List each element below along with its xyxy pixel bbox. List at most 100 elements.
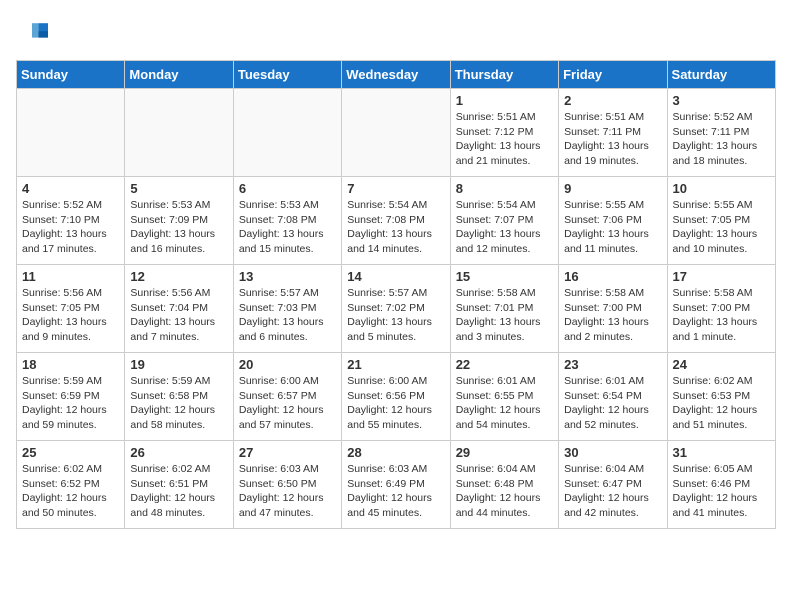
day-info: Sunrise: 5:52 AMSunset: 7:10 PMDaylight:…	[22, 198, 119, 257]
weekday-header-monday: Monday	[125, 61, 233, 89]
day-cell: 14Sunrise: 5:57 AMSunset: 7:02 PMDayligh…	[342, 265, 450, 353]
day-info: Sunrise: 5:53 AMSunset: 7:09 PMDaylight:…	[130, 198, 227, 257]
day-info: Sunrise: 6:05 AMSunset: 6:46 PMDaylight:…	[673, 462, 770, 521]
day-cell	[125, 89, 233, 177]
day-info: Sunrise: 6:04 AMSunset: 6:48 PMDaylight:…	[456, 462, 553, 521]
day-cell: 31 Sunrise: 6:05 AMSunset: 6:46 PMDayligh…	[667, 441, 775, 529]
day-number: 17	[673, 269, 770, 284]
day-info: Sunrise: 5:53 AMSunset: 7:08 PMDaylight:…	[239, 198, 336, 257]
week-row-4: 18 Sunrise: 5:59 AMSunset: 6:59 PMDayligh…	[17, 353, 776, 441]
day-cell: 7 Sunrise: 5:54 AMSunset: 7:08 PMDaylight…	[342, 177, 450, 265]
day-cell: 28 Sunrise: 6:03 AMSunset: 6:49 PMDayligh…	[342, 441, 450, 529]
day-info: Sunrise: 5:56 AMSunset: 7:05 PMDaylight:…	[22, 286, 119, 345]
day-info: Sunrise: 6:03 AMSunset: 6:50 PMDaylight:…	[239, 462, 336, 521]
day-number: 23	[564, 357, 661, 372]
day-number: 14	[347, 269, 444, 284]
day-cell: 25Sunrise: 6:02 AMSunset: 6:52 PMDayligh…	[17, 441, 125, 529]
day-cell: 4 Sunrise: 5:52 AMSunset: 7:10 PMDaylight…	[17, 177, 125, 265]
day-info: Sunrise: 5:59 AMSunset: 6:58 PMDaylight:…	[130, 374, 227, 433]
day-cell: 1 Sunrise: 5:51 AMSunset: 7:12 PMDaylight…	[450, 89, 558, 177]
weekday-header-saturday: Saturday	[667, 61, 775, 89]
day-cell: 20Sunrise: 6:00 AMSunset: 6:57 PMDayligh…	[233, 353, 341, 441]
day-cell: 26 Sunrise: 6:02 AMSunset: 6:51 PMDayligh…	[125, 441, 233, 529]
day-info: Sunrise: 6:03 AMSunset: 6:49 PMDaylight:…	[347, 462, 444, 521]
day-cell	[17, 89, 125, 177]
day-cell: 3 Sunrise: 5:52 AMSunset: 7:11 PMDaylight…	[667, 89, 775, 177]
day-number: 31	[673, 445, 770, 460]
day-cell: 30 Sunrise: 6:04 AMSunset: 6:47 PMDayligh…	[559, 441, 667, 529]
day-info: Sunrise: 6:02 AMSunset: 6:51 PMDaylight:…	[130, 462, 227, 521]
day-cell: 8 Sunrise: 5:54 AMSunset: 7:07 PMDaylight…	[450, 177, 558, 265]
day-number: 13	[239, 269, 336, 284]
day-number: 6	[239, 181, 336, 196]
day-cell: 16Sunrise: 5:58 AMSunset: 7:00 PMDayligh…	[559, 265, 667, 353]
day-info: Sunrise: 6:04 AMSunset: 6:47 PMDaylight:…	[564, 462, 661, 521]
day-info: Sunrise: 5:57 AMSunset: 7:03 PMDaylight:…	[239, 286, 336, 345]
day-number: 8	[456, 181, 553, 196]
day-cell: 15 Sunrise: 5:58 AMSunset: 7:01 PMDayligh…	[450, 265, 558, 353]
day-number: 16	[564, 269, 661, 284]
logo	[16, 16, 48, 48]
day-cell: 6 Sunrise: 5:53 AMSunset: 7:08 PMDaylight…	[233, 177, 341, 265]
day-number: 27	[239, 445, 336, 460]
day-info: Sunrise: 5:54 AMSunset: 7:08 PMDaylight:…	[347, 198, 444, 257]
day-number: 18	[22, 357, 119, 372]
day-info: Sunrise: 5:59 AMSunset: 6:59 PMDaylight:…	[22, 374, 119, 433]
day-number: 28	[347, 445, 444, 460]
day-number: 12	[130, 269, 227, 284]
day-info: Sunrise: 5:55 AMSunset: 7:05 PMDaylight:…	[673, 198, 770, 257]
page-header	[16, 16, 776, 48]
day-cell: 2 Sunrise: 5:51 AMSunset: 7:11 PMDaylight…	[559, 89, 667, 177]
week-row-3: 11 Sunrise: 5:56 AMSunset: 7:05 PMDayligh…	[17, 265, 776, 353]
day-cell: 11 Sunrise: 5:56 AMSunset: 7:05 PMDayligh…	[17, 265, 125, 353]
day-cell: 13 Sunrise: 5:57 AMSunset: 7:03 PMDayligh…	[233, 265, 341, 353]
day-number: 2	[564, 93, 661, 108]
day-number: 3	[673, 93, 770, 108]
day-number: 10	[673, 181, 770, 196]
day-cell: 5 Sunrise: 5:53 AMSunset: 7:09 PMDaylight…	[125, 177, 233, 265]
calendar-table: SundayMondayTuesdayWednesdayThursdayFrid…	[16, 60, 776, 529]
day-cell: 10 Sunrise: 5:55 AMSunset: 7:05 PMDayligh…	[667, 177, 775, 265]
day-info: Sunrise: 6:00 AMSunset: 6:56 PMDaylight:…	[347, 374, 444, 433]
day-cell: 24Sunrise: 6:02 AMSunset: 6:53 PMDayligh…	[667, 353, 775, 441]
day-number: 5	[130, 181, 227, 196]
day-number: 15	[456, 269, 553, 284]
day-number: 4	[22, 181, 119, 196]
day-info: Sunrise: 5:56 AMSunset: 7:04 PMDaylight:…	[130, 286, 227, 345]
day-info: Sunrise: 5:58 AMSunset: 7:01 PMDaylight:…	[456, 286, 553, 345]
day-cell: 21Sunrise: 6:00 AMSunset: 6:56 PMDayligh…	[342, 353, 450, 441]
logo-icon	[16, 16, 48, 48]
day-cell: 19 Sunrise: 5:59 AMSunset: 6:58 PMDayligh…	[125, 353, 233, 441]
day-cell: 22Sunrise: 6:01 AMSunset: 6:55 PMDayligh…	[450, 353, 558, 441]
day-number: 9	[564, 181, 661, 196]
day-cell: 27 Sunrise: 6:03 AMSunset: 6:50 PMDayligh…	[233, 441, 341, 529]
day-info: Sunrise: 5:51 AMSunset: 7:11 PMDaylight:…	[564, 110, 661, 169]
day-info: Sunrise: 6:01 AMSunset: 6:54 PMDaylight:…	[564, 374, 661, 433]
day-info: Sunrise: 5:54 AMSunset: 7:07 PMDaylight:…	[456, 198, 553, 257]
weekday-header-wednesday: Wednesday	[342, 61, 450, 89]
day-info: Sunrise: 6:02 AMSunset: 6:53 PMDaylight:…	[673, 374, 770, 433]
day-cell: 12 Sunrise: 5:56 AMSunset: 7:04 PMDayligh…	[125, 265, 233, 353]
day-cell: 23 Sunrise: 6:01 AMSunset: 6:54 PMDayligh…	[559, 353, 667, 441]
day-info: Sunrise: 5:52 AMSunset: 7:11 PMDaylight:…	[673, 110, 770, 169]
day-number: 30	[564, 445, 661, 460]
day-cell: 17Sunrise: 5:58 AMSunset: 7:00 PMDayligh…	[667, 265, 775, 353]
weekday-header-sunday: Sunday	[17, 61, 125, 89]
weekday-header-tuesday: Tuesday	[233, 61, 341, 89]
day-number: 26	[130, 445, 227, 460]
day-number: 29	[456, 445, 553, 460]
week-row-1: 1 Sunrise: 5:51 AMSunset: 7:12 PMDaylight…	[17, 89, 776, 177]
weekday-header-row: SundayMondayTuesdayWednesdayThursdayFrid…	[17, 61, 776, 89]
week-row-5: 25Sunrise: 6:02 AMSunset: 6:52 PMDayligh…	[17, 441, 776, 529]
day-number: 11	[22, 269, 119, 284]
day-cell	[342, 89, 450, 177]
day-number: 1	[456, 93, 553, 108]
day-info: Sunrise: 5:55 AMSunset: 7:06 PMDaylight:…	[564, 198, 661, 257]
day-number: 7	[347, 181, 444, 196]
day-cell: 9 Sunrise: 5:55 AMSunset: 7:06 PMDaylight…	[559, 177, 667, 265]
day-info: Sunrise: 5:51 AMSunset: 7:12 PMDaylight:…	[456, 110, 553, 169]
weekday-header-thursday: Thursday	[450, 61, 558, 89]
day-number: 19	[130, 357, 227, 372]
day-cell: 18 Sunrise: 5:59 AMSunset: 6:59 PMDayligh…	[17, 353, 125, 441]
day-number: 22	[456, 357, 553, 372]
